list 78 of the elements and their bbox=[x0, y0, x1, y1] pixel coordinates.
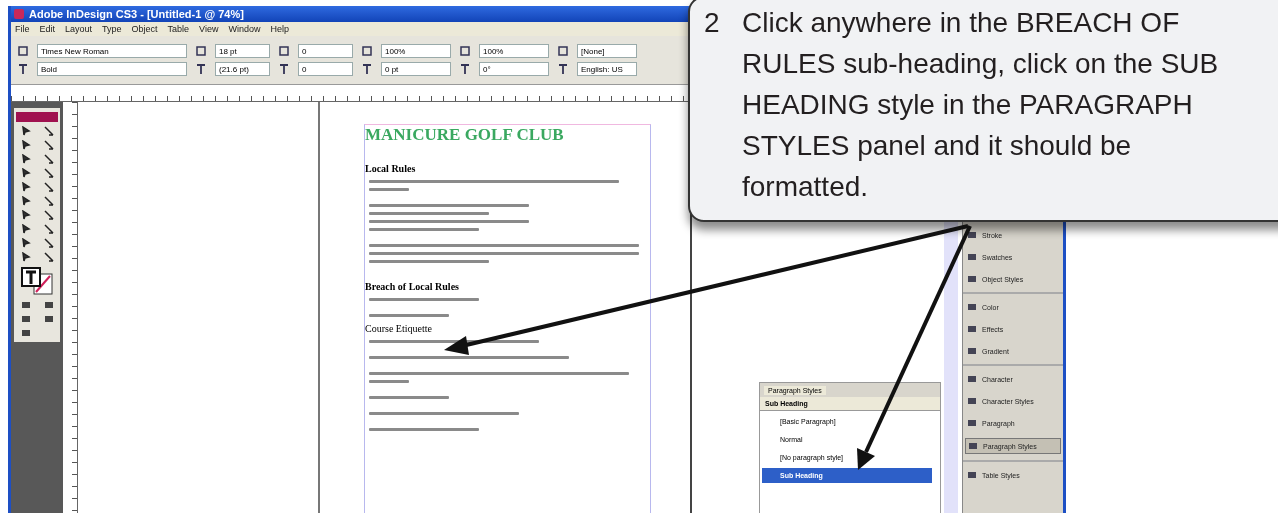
format-field[interactable]: 0 bbox=[298, 44, 353, 58]
blurred-text-line bbox=[369, 188, 409, 191]
tool-icon[interactable] bbox=[19, 328, 32, 338]
text-format-icon[interactable] bbox=[17, 45, 29, 57]
tool-icon[interactable] bbox=[42, 238, 55, 248]
tool-icon[interactable] bbox=[19, 238, 32, 248]
tool-icon[interactable] bbox=[19, 154, 32, 164]
tool-icon[interactable] bbox=[42, 154, 55, 164]
text-format-icon[interactable] bbox=[17, 63, 29, 75]
format-field[interactable]: 100% bbox=[479, 44, 549, 58]
tool-icon[interactable] bbox=[42, 168, 55, 178]
tool-icon[interactable] bbox=[19, 168, 32, 178]
format-field[interactable]: Times New Roman bbox=[37, 44, 187, 58]
panel-icon bbox=[967, 324, 977, 334]
panel-icon bbox=[967, 302, 977, 312]
format-field[interactable]: 0 bbox=[298, 62, 353, 76]
panel-icon bbox=[967, 274, 977, 284]
menu-item[interactable]: Edit bbox=[39, 24, 56, 34]
tool-icon[interactable] bbox=[42, 210, 55, 220]
tool-icon[interactable] bbox=[42, 224, 55, 234]
text-format-icon[interactable] bbox=[557, 63, 569, 75]
panel-icon bbox=[967, 346, 977, 356]
section-heading: Course Etiquette bbox=[365, 323, 433, 334]
tool-icon[interactable] bbox=[42, 182, 55, 192]
tool-icon[interactable] bbox=[19, 196, 32, 206]
tool-icon[interactable] bbox=[42, 140, 55, 150]
format-field[interactable]: 0° bbox=[479, 62, 549, 76]
format-field[interactable]: [None] bbox=[577, 44, 637, 58]
tool-icon[interactable] bbox=[19, 140, 32, 150]
format-field[interactable]: 0 pt bbox=[381, 62, 451, 76]
panel-icon bbox=[967, 470, 977, 480]
menu-item[interactable]: View bbox=[199, 24, 219, 34]
menu-item[interactable]: Layout bbox=[65, 24, 93, 34]
text-format-icon[interactable] bbox=[195, 45, 207, 57]
format-field[interactable]: 18 pt bbox=[215, 44, 270, 58]
panel-icon bbox=[968, 441, 978, 451]
format-field[interactable]: English: US bbox=[577, 62, 637, 76]
tool-icon[interactable] bbox=[42, 252, 55, 262]
section-heading: Local Rules bbox=[365, 163, 417, 174]
menu-item[interactable]: Window bbox=[228, 24, 261, 34]
tool-icon[interactable] bbox=[19, 182, 32, 192]
menu-item[interactable]: File bbox=[15, 24, 30, 34]
text-format-icon[interactable] bbox=[459, 63, 471, 75]
panel-icon bbox=[967, 252, 977, 262]
tool-icon[interactable] bbox=[42, 300, 55, 310]
text-format-icon[interactable] bbox=[361, 63, 373, 75]
format-field[interactable]: (21.6 pt) bbox=[215, 62, 270, 76]
text-format-icon[interactable] bbox=[278, 45, 290, 57]
format-field[interactable]: Bold bbox=[37, 62, 187, 76]
text-format-icon[interactable] bbox=[459, 45, 471, 57]
panel-icon bbox=[967, 374, 977, 384]
tool-icon[interactable] bbox=[19, 224, 32, 234]
tool-icon[interactable] bbox=[19, 210, 32, 220]
tool-icon[interactable] bbox=[19, 314, 32, 324]
tool-icon[interactable] bbox=[42, 126, 55, 136]
format-field[interactable]: 100% bbox=[381, 44, 451, 58]
panel-icon bbox=[967, 418, 977, 428]
menu-item[interactable]: Type bbox=[102, 24, 122, 34]
fill-stroke-icon[interactable] bbox=[20, 266, 54, 296]
tool-icon[interactable] bbox=[42, 196, 55, 206]
section-heading: Breach of Local Rules bbox=[365, 281, 460, 292]
tool-icon[interactable] bbox=[19, 300, 32, 310]
blurred-text-line bbox=[369, 380, 409, 383]
tool-icon[interactable] bbox=[19, 252, 32, 262]
panel-icon bbox=[967, 396, 977, 406]
text-format-icon[interactable] bbox=[361, 45, 373, 57]
text-format-icon[interactable] bbox=[557, 45, 569, 57]
text-format-icon[interactable] bbox=[278, 63, 290, 75]
tool-icon[interactable] bbox=[19, 126, 32, 136]
menu-item[interactable]: Table bbox=[167, 24, 190, 34]
toolbox-header bbox=[16, 112, 58, 122]
tool-icon[interactable] bbox=[42, 314, 55, 324]
menu-item[interactable]: Object bbox=[131, 24, 158, 34]
menu-item[interactable]: Help bbox=[270, 24, 289, 34]
app-icon bbox=[14, 9, 24, 19]
text-format-icon[interactable] bbox=[195, 63, 207, 75]
panel-icon bbox=[967, 230, 977, 240]
document-title: MANICURE GOLF CLUB bbox=[365, 125, 565, 145]
